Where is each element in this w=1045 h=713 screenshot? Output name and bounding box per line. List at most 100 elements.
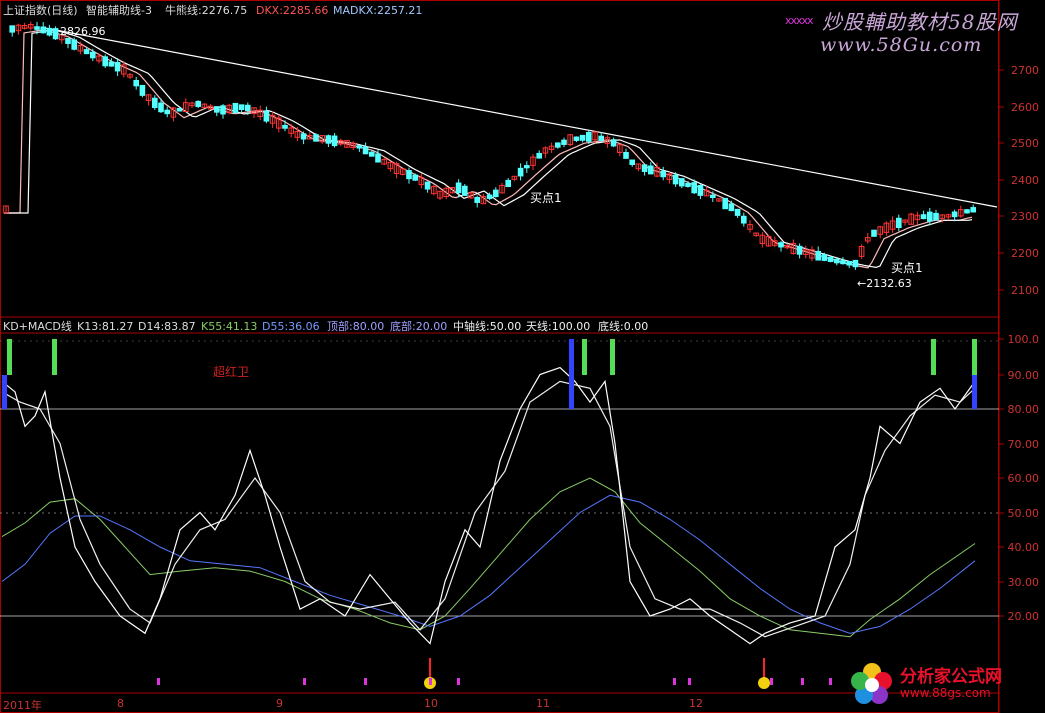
k55-line (1, 477, 976, 638)
price-tick: 2100 (1011, 284, 1039, 297)
candle (83, 49, 90, 55)
candle (369, 151, 375, 157)
niu-label: 牛熊线:2276.75 (165, 4, 248, 17)
candle (375, 153, 381, 163)
candle (114, 62, 121, 72)
candle (455, 182, 462, 194)
candle (139, 84, 146, 96)
date-tick: 8 (117, 697, 124, 710)
candle (232, 102, 239, 114)
candle (573, 136, 580, 141)
candle (505, 179, 511, 188)
candle (524, 165, 530, 169)
candle (356, 145, 363, 149)
candle (672, 174, 679, 185)
price-tick: 2200 (1011, 247, 1039, 260)
osc-tick: 30.00 (1007, 576, 1040, 589)
buy-point-label: 买点1 (891, 261, 923, 275)
candle (331, 135, 338, 147)
candle (778, 242, 784, 248)
logo-name: 分析家公式网 (900, 667, 1002, 687)
candle (561, 139, 567, 145)
signal-bar (931, 339, 936, 375)
sub-indicator-name: KD+MACD线 (3, 320, 72, 333)
signal-bar (610, 339, 615, 375)
magenta-marker (829, 678, 832, 685)
candle (152, 97, 158, 108)
floor-label: 底线:0.00 (598, 320, 649, 333)
high-price-label: 2826.96 (60, 25, 106, 38)
osc-tick: 20.00 (1007, 610, 1040, 623)
candle (362, 146, 369, 155)
candle (796, 245, 803, 255)
d55-line (1, 494, 976, 634)
candle (164, 109, 170, 115)
candle (325, 135, 332, 144)
date-tick: 11 (536, 697, 550, 710)
magenta-marker (157, 678, 160, 685)
candle (486, 194, 493, 199)
flower-icon (851, 663, 892, 704)
candle (970, 207, 977, 213)
candle (660, 170, 667, 178)
watermark-dots: xxxxx (785, 14, 814, 27)
candle (685, 183, 691, 187)
madkx-line (4, 29, 973, 269)
candle (629, 159, 636, 165)
candle (821, 254, 828, 261)
candle (133, 79, 139, 87)
date-tick: 9 (276, 697, 283, 710)
watermark-title: 炒股輔助教材58股网 (822, 10, 1018, 34)
candle (282, 124, 288, 129)
logo-url: www.88gs.com (900, 686, 991, 700)
indicator-name: 智能辅助线-3 (86, 4, 152, 17)
mid-label: 中轴线:50.00 (453, 320, 522, 333)
magenta-marker (457, 678, 460, 685)
osc-tick: 50.00 (1007, 507, 1040, 520)
candle (52, 28, 59, 40)
magenta-marker (688, 678, 691, 685)
top-label: 顶部:80.00 (327, 320, 385, 333)
k55-label: K55:41.13 (201, 320, 258, 333)
candle (951, 211, 958, 218)
candle (46, 27, 53, 36)
signal-bar (52, 339, 57, 375)
candle (586, 132, 592, 142)
candle (245, 104, 251, 112)
date-tick: 10 (424, 697, 438, 710)
price-chart[interactable] (0, 0, 1045, 713)
candle (641, 164, 648, 172)
candle (920, 214, 927, 220)
candle (313, 134, 319, 142)
candle (412, 174, 418, 181)
candle (555, 142, 561, 148)
red-annotation: 超红卫 (213, 365, 250, 379)
candle (741, 215, 747, 224)
candle (691, 182, 698, 194)
price-tick: 2500 (1011, 137, 1039, 150)
candle (728, 203, 735, 212)
candle (734, 208, 741, 216)
magenta-marker (303, 678, 306, 685)
dkx-line (4, 29, 973, 269)
d14-label: D14:83.87 (138, 320, 196, 333)
buy-point-label: 买点1 (530, 191, 562, 205)
candle (517, 167, 524, 177)
candle (9, 25, 15, 33)
candle (871, 229, 877, 237)
signal-bar (7, 339, 12, 375)
candle (300, 133, 307, 140)
magenta-marker (673, 678, 676, 685)
candle (964, 209, 970, 214)
osc-tick: 70.00 (1007, 438, 1040, 451)
candle (610, 139, 617, 147)
price-tick: 2400 (1011, 174, 1039, 187)
low-price-label: ←2132.63 (857, 277, 912, 290)
bottom-label: 底部:20.00 (390, 320, 448, 333)
candle (815, 250, 822, 261)
candle (536, 152, 543, 159)
candle (474, 196, 480, 203)
dkx-label: DKX:2285.66 (256, 4, 329, 17)
osc-tick: 40.00 (1007, 541, 1040, 554)
osc-tick: 90.00 (1007, 369, 1040, 382)
